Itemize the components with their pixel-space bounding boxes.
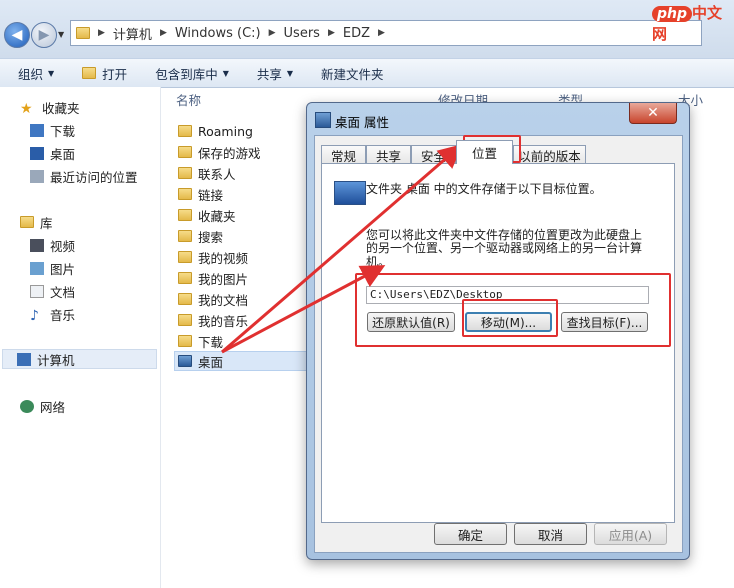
annotation-arrows — [221, 144, 463, 354]
arrow-to-location-tab — [221, 144, 463, 354]
arrow-to-path-box — [221, 265, 386, 354]
tab-location[interactable]: 位置 — [456, 140, 513, 164]
